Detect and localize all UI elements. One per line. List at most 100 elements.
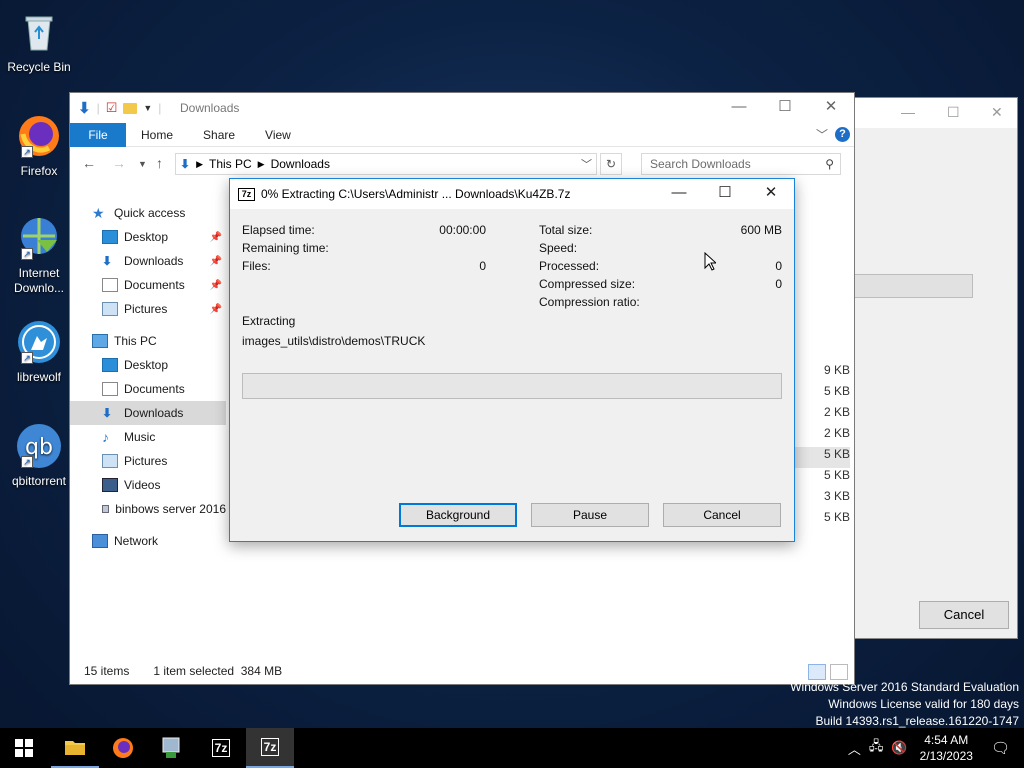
volume-muted-icon[interactable]: 🔇: [891, 740, 907, 756]
nav-pc-desktop[interactable]: Desktop: [102, 353, 226, 377]
breadcrumb-downloads[interactable]: Downloads: [271, 157, 330, 171]
minimize-icon[interactable]: —: [901, 104, 915, 120]
show-hidden-icons-icon[interactable]: ︿: [848, 739, 861, 758]
nav-pc-downloads[interactable]: ⬇ Downloads: [70, 401, 226, 425]
maximize-button[interactable]: ☐: [702, 179, 748, 209]
nav-network[interactable]: Network: [92, 529, 248, 553]
file-explorer-icon: [65, 741, 85, 755]
close-button[interactable]: ✕: [808, 93, 854, 123]
current-file-path: images_utils\distro\demos\TRUCK: [242, 334, 426, 348]
large-icons-view-icon[interactable]: [830, 664, 848, 680]
compression-ratio-label: Compression ratio:: [539, 295, 640, 309]
close-icon[interactable]: ✕: [991, 104, 1003, 121]
desktop-icon-qbittorrent[interactable]: qb ↗ qbittorrent: [4, 422, 74, 489]
taskbar: 7z 7z ︿ 🖧 🔇 4:54 AM 2/13/2023 🗨: [0, 728, 1024, 768]
internet-download-manager-icon: ↗: [15, 214, 63, 262]
help-icon[interactable]: ?: [835, 127, 850, 142]
background-dialog-cancel-button[interactable]: Cancel: [919, 601, 1009, 629]
network-icon: [92, 534, 108, 548]
remaining-time-label: Remaining time:: [242, 241, 329, 255]
nav-pc-pictures[interactable]: Pictures: [102, 449, 226, 473]
file-size-selected[interactable]: 5 KB: [790, 447, 850, 468]
customize-toolbar-icon[interactable]: ▼: [143, 103, 152, 113]
desktop-icon-librewolf[interactable]: ↗ librewolf: [4, 318, 74, 385]
notifications-icon[interactable]: 🗨: [991, 739, 1010, 757]
compressed-size-value: 0: [775, 277, 782, 291]
pin-icon[interactable]: 📌: [210, 304, 222, 315]
recent-locations-icon[interactable]: ▼: [138, 159, 147, 169]
nav-this-pc[interactable]: This PC: [92, 329, 248, 353]
properties-icon[interactable]: ☑: [106, 100, 118, 116]
address-input[interactable]: ⬇ ▶ This PC ▶ Downloads ﹀ ↻: [175, 153, 622, 175]
close-button[interactable]: ✕: [748, 179, 794, 209]
explorer-title: Downloads: [180, 101, 240, 115]
nav-pc-videos[interactable]: Videos: [102, 473, 226, 497]
forward-icon[interactable]: →: [112, 155, 126, 171]
nav-qa-documents[interactable]: Documents 📌: [102, 273, 226, 297]
minimize-button[interactable]: —: [716, 93, 762, 123]
nav-pc-music[interactable]: ♪ Music: [102, 425, 226, 449]
desktop-icon-idm[interactable]: ↗ Internet Downlo...: [4, 214, 74, 296]
cancel-button[interactable]: Cancel: [663, 503, 781, 527]
refresh-icon[interactable]: ↻: [600, 153, 622, 175]
breadcrumb-separator-icon: ▶: [196, 158, 203, 169]
star-icon: ★: [92, 205, 105, 221]
pin-icon[interactable]: 📌: [210, 280, 222, 291]
taskbar-7zip[interactable]: 7z: [197, 728, 245, 768]
extraction-progress-bar: [242, 373, 782, 399]
file-size: 9 KB: [823, 363, 850, 377]
desktop-icon: [102, 358, 118, 372]
start-button[interactable]: [0, 728, 48, 768]
maximize-icon[interactable]: ☐: [947, 104, 960, 121]
documents-icon: [102, 382, 118, 396]
breadcrumb-separator-icon: ▶: [257, 158, 265, 169]
taskbar-network-app[interactable]: [147, 728, 195, 768]
new-folder-icon[interactable]: [123, 102, 138, 114]
pin-icon[interactable]: 📌: [210, 232, 222, 243]
desktop-icon-firefox[interactable]: ↗ Firefox: [4, 112, 74, 179]
network-icon[interactable]: 🖧: [869, 737, 884, 759]
expand-ribbon-icon[interactable]: ﹀: [816, 126, 828, 143]
nav-qa-downloads[interactable]: ⬇ Downloads 📌: [102, 249, 226, 273]
nav-pc-documents[interactable]: Documents: [102, 377, 226, 401]
tab-view[interactable]: View: [250, 128, 306, 142]
nav-quick-access[interactable]: ★ Quick access: [92, 201, 248, 225]
maximize-button[interactable]: ☐: [762, 93, 808, 123]
taskbar-7zip-active[interactable]: 7z: [246, 728, 294, 768]
address-dropdown-icon[interactable]: ﹀: [581, 156, 592, 172]
speed-label: Speed:: [539, 241, 578, 255]
pin-icon[interactable]: 📌: [210, 256, 222, 267]
details-view-icon[interactable]: [808, 664, 826, 680]
explorer-titlebar: ⬇ | ☑ ▼ | Downloads — ☐ ✕: [70, 93, 854, 123]
taskbar-file-explorer[interactable]: [51, 728, 99, 768]
background-dialog-titlebar: — ☐ ✕: [853, 98, 1017, 128]
file-size: 2 KB: [823, 426, 850, 440]
taskbar-firefox[interactable]: [99, 728, 147, 768]
pause-button[interactable]: Pause: [531, 503, 649, 527]
tab-home[interactable]: Home: [126, 128, 188, 142]
quick-access-toolbar: ⬇ | ☑ ▼ |: [78, 100, 162, 117]
start-icon: [15, 739, 33, 757]
extract-progress-dialog: 7z 0% Extracting C:\Users\Administr ... …: [229, 178, 795, 542]
firefox-icon: ↗: [15, 112, 63, 160]
background-button[interactable]: Background: [399, 503, 517, 527]
clock[interactable]: 4:54 AM 2/13/2023: [920, 732, 973, 764]
search-input[interactable]: Search Downloads ⚲: [641, 153, 841, 175]
downloads-location-icon: ⬇: [180, 157, 191, 171]
files-label: Files:: [242, 259, 271, 273]
back-icon[interactable]: ←: [82, 155, 96, 171]
background-dialog: — ☐ ✕ Cancel: [852, 97, 1018, 639]
ribbon-tabs: File Home Share View ﹀ ?: [70, 122, 854, 147]
nav-qa-pictures[interactable]: Pictures 📌: [102, 297, 226, 321]
minimize-button[interactable]: —: [656, 179, 702, 209]
desktop-icon-recycle-bin[interactable]: Recycle Bin: [4, 8, 74, 75]
nav-qa-desktop[interactable]: Desktop 📌: [102, 225, 226, 249]
nav-pc-drive[interactable]: binbows server 2016: [102, 497, 226, 521]
pictures-icon: [102, 302, 118, 316]
breadcrumb-this-pc[interactable]: This PC: [209, 157, 252, 171]
up-icon[interactable]: ↑: [156, 155, 163, 171]
firefox-icon: [113, 738, 133, 758]
compressed-size-label: Compressed size:: [539, 277, 636, 291]
tab-file[interactable]: File: [70, 122, 126, 147]
tab-share[interactable]: Share: [188, 128, 250, 142]
